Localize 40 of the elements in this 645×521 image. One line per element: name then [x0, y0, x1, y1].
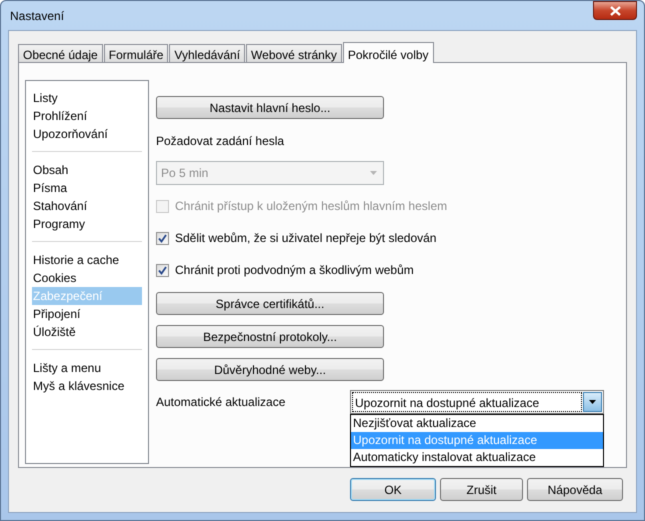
- checkbox[interactable]: [156, 264, 169, 276]
- dropdown-option[interactable]: Nezjišťovat aktualizace: [351, 415, 603, 432]
- updates-dropdown[interactable]: Upozornit na dostupné aktualizace: [350, 390, 604, 414]
- category-item[interactable]: Písma: [32, 179, 142, 197]
- field-label: Automatické aktualizace: [156, 395, 286, 409]
- category-item[interactable]: Listy: [32, 89, 142, 107]
- checkbox-label: Chránit proti podvodným a škodlivým webům: [175, 263, 414, 277]
- dialog-button[interactable]: Zrušit: [440, 478, 523, 501]
- checkbox-label: Sdělit webům, že si uživatel nepřeje být sledován: [175, 231, 436, 245]
- category-item[interactable]: Myš a klávesnice: [32, 377, 142, 395]
- dropdown-arrow-icon: [370, 171, 377, 175]
- checkbox[interactable]: [156, 232, 169, 244]
- close-icon: [610, 6, 620, 16]
- tab[interactable]: Webové stránky: [246, 44, 342, 62]
- master-password-button[interactable]: Nastavit hlavní heslo...: [156, 96, 384, 119]
- dropdown-option[interactable]: Automaticky instalovat aktualizace: [351, 449, 603, 466]
- category-item[interactable]: Stahování: [32, 197, 142, 215]
- tab[interactable]: Vyhledávání: [169, 44, 246, 62]
- category-item[interactable]: Historie a cache: [32, 251, 142, 269]
- dialog-button[interactable]: Nápověda: [527, 478, 623, 501]
- category-item[interactable]: Programy: [32, 215, 142, 233]
- category-item[interactable]: Úložiště: [32, 323, 142, 341]
- dialog-button[interactable]: OK: [350, 478, 436, 501]
- dialog-button[interactable]: Správce certifikátů...: [156, 292, 384, 315]
- tab[interactable]: Pokročilé volby: [342, 42, 434, 63]
- tab[interactable]: Obecné údaje: [18, 44, 103, 62]
- category-item[interactable]: Obsah: [32, 161, 142, 179]
- close-button[interactable]: [593, 1, 637, 20]
- tab[interactable]: Formuláře: [104, 44, 168, 62]
- category-item[interactable]: Cookies: [32, 269, 142, 287]
- category-item[interactable]: Lišty a menu: [32, 359, 142, 377]
- checkbox-label: Chránit přístup k uloženým heslům hlavním heslem: [175, 199, 448, 213]
- dropdown-arrow-icon: [589, 400, 596, 404]
- window-title: Nastavení: [9, 8, 64, 22]
- dialog-button[interactable]: Důvěryhodné weby...: [156, 358, 384, 381]
- category-item[interactable]: Připojení: [32, 305, 142, 323]
- category-item[interactable]: Prohlížení: [32, 107, 142, 125]
- field-label: Požadovat zadání hesla: [156, 133, 286, 149]
- dialog-button[interactable]: Bezpečnostní protokoly...: [156, 325, 384, 348]
- category-item[interactable]: Upozorňování: [32, 125, 142, 143]
